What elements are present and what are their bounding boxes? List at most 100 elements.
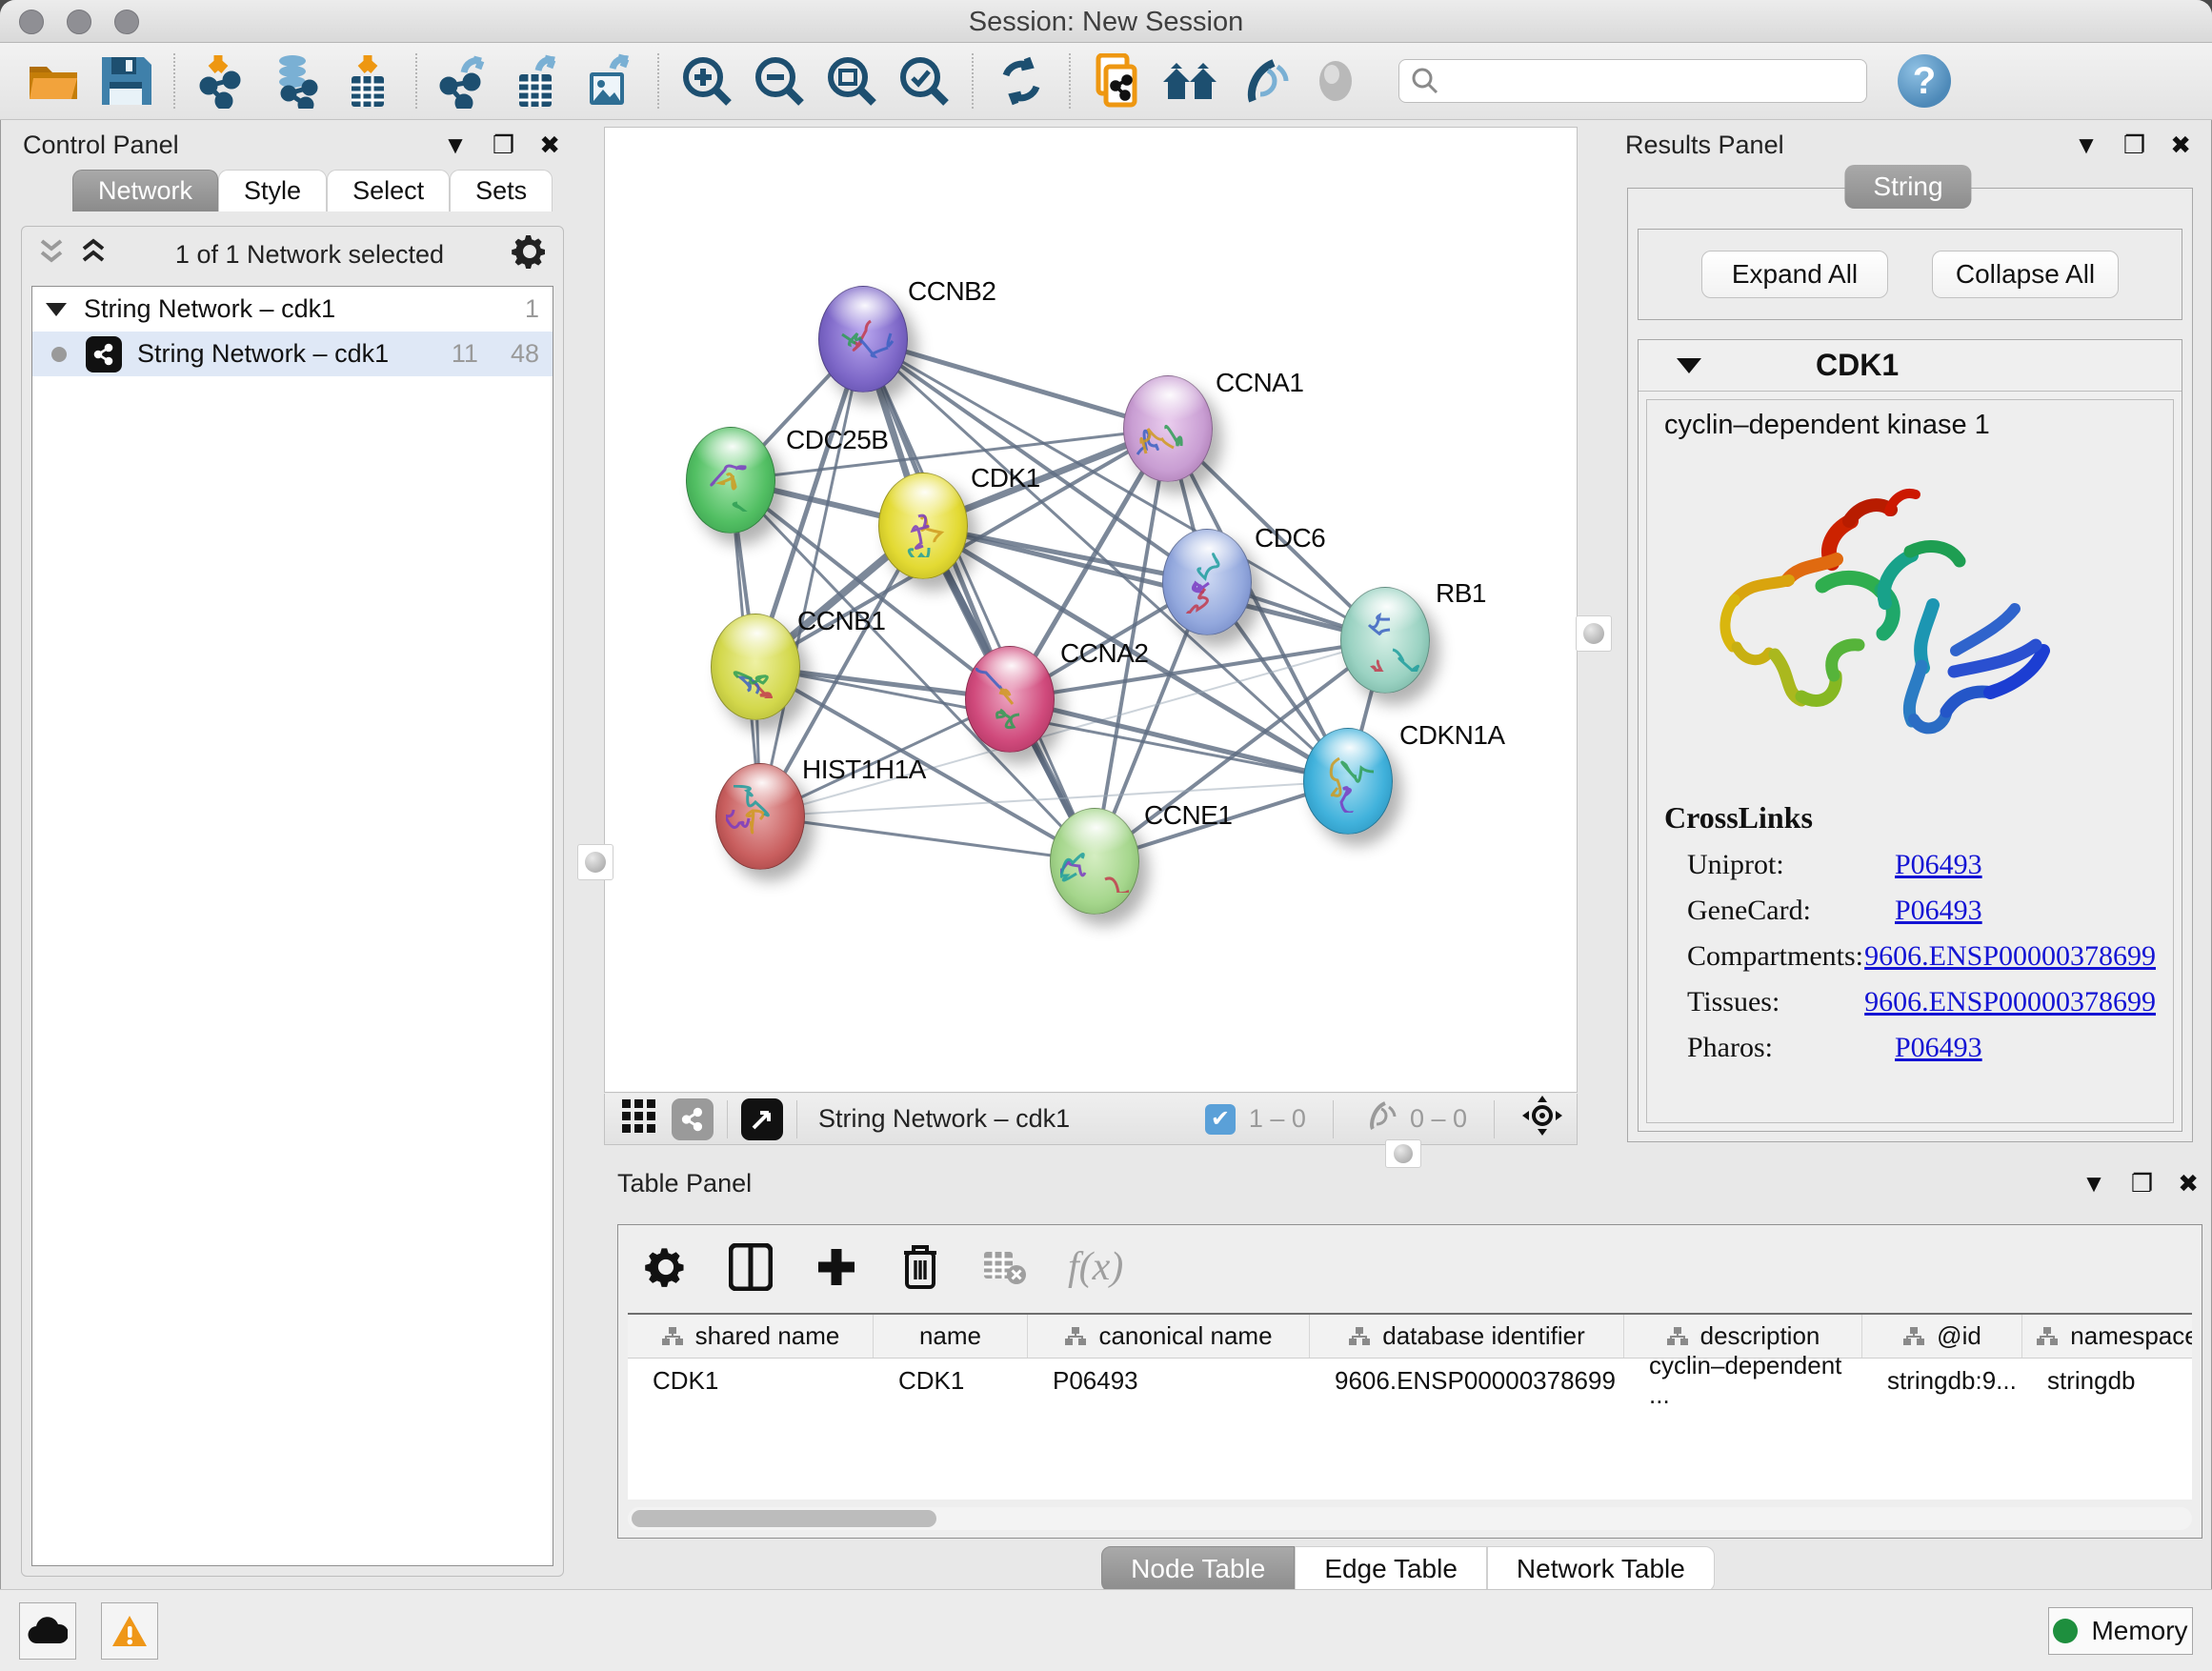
zoom-in-icon[interactable] [677,51,736,111]
collapse-all-networks-icon[interactable] [37,235,66,274]
export-network-icon[interactable] [435,51,494,111]
tab-style[interactable]: Style [218,170,327,211]
gene-section-header[interactable]: CDK1 [1639,340,2182,392]
table-panel-float-icon[interactable]: ❐ [2131,1169,2153,1198]
expand-all-networks-icon[interactable] [79,235,108,274]
toggle-column-panel-icon[interactable] [729,1243,773,1291]
import-table-from-file-icon[interactable] [338,51,397,111]
network-node-cdkn1a[interactable] [1303,728,1393,835]
zoom-selected-icon[interactable] [895,51,954,111]
crosslink-link[interactable]: P06493 [1895,895,1982,927]
network-node-ccna2[interactable] [965,646,1055,753]
table-horizontal-scrollbar[interactable] [628,1507,2192,1530]
table-panel-collapse-icon[interactable]: ▼ [2081,1169,2106,1198]
tab-edge-table[interactable]: Edge Table [1295,1546,1487,1592]
results-tab-string[interactable]: String [1844,165,1971,209]
network-row-selected[interactable]: String Network – cdk1 11 48 [32,332,553,376]
import-network-from-file-icon[interactable] [193,51,252,111]
collapse-all-button[interactable]: Collapse All [1932,251,2119,298]
tab-network[interactable]: Network [72,170,218,211]
hidden-count: 0 – 0 [1410,1104,1467,1134]
duplicate-network-icon[interactable] [1089,51,1148,111]
network-node-ccne1[interactable] [1050,808,1139,915]
expand-all-button[interactable]: Expand All [1701,251,1888,298]
tab-network-table[interactable]: Network Table [1487,1546,1715,1592]
help-icon[interactable]: ? [1898,54,1951,108]
tab-select[interactable]: Select [327,170,450,211]
table-cell[interactable]: stringdb [2022,1359,2192,1402]
column-header-namespace[interactable]: namespace [2022,1315,2192,1358]
import-network-from-database-icon[interactable] [266,51,325,111]
zoom-out-icon[interactable] [750,51,809,111]
crosslink-link[interactable]: 9606.ENSP00000378699 [1864,986,2156,1018]
network-node-ccnb2[interactable] [818,286,908,393]
save-session-icon[interactable] [96,51,155,111]
control-panel-close-icon[interactable]: ✖ [539,131,560,160]
table-cell[interactable]: stringdb:9... [1862,1359,2022,1402]
table-settings-gear-icon[interactable] [645,1246,687,1288]
refresh-icon[interactable] [992,51,1051,111]
first-neighbors-icon[interactable] [1161,51,1220,111]
network-node-cdc25b[interactable] [686,427,775,534]
network-node-ccnb1[interactable] [711,614,800,720]
search-input[interactable] [1449,67,1855,96]
zoom-fit-icon[interactable] [822,51,881,111]
column-header-shared-name[interactable]: shared name [628,1315,874,1358]
results-panel-float-icon[interactable]: ❐ [2123,131,2145,160]
network-edge[interactable] [760,816,1095,861]
crosslink-link[interactable]: P06493 [1895,1032,1982,1064]
export-image-icon[interactable] [580,51,639,111]
selected-checkbox-icon[interactable]: ✔ [1205,1104,1236,1135]
crosslink-link[interactable]: P06493 [1895,849,1982,881]
network-node-hist1h1a[interactable] [715,763,805,870]
network-overview-string-icon[interactable] [672,1098,714,1140]
table-cell[interactable]: cyclin–dependent ... [1624,1359,1862,1402]
right-splitter-handle[interactable] [1576,615,1612,652]
table-row[interactable]: CDK1CDK1P064939606.ENSP00000378699cyclin… [628,1359,2192,1402]
scrollbar-thumb[interactable] [632,1510,936,1527]
results-panel-close-icon[interactable]: ✖ [2170,131,2191,160]
export-table-icon[interactable] [508,51,567,111]
network-options-gear-icon[interactable] [512,233,548,276]
column-header-name[interactable]: name [874,1315,1028,1358]
control-panel-collapse-icon[interactable]: ▼ [443,131,468,160]
hidden-eye-slash-icon[interactable] [1360,1099,1397,1138]
memory-button[interactable]: Memory [2048,1607,2193,1655]
network-node-cdc6[interactable] [1162,529,1252,635]
network-edge[interactable] [760,339,863,816]
pan-crosshair-icon[interactable] [1521,1095,1563,1143]
network-canvas[interactable]: CCNB2CCNA1CDC25BCDK1CDC6RB1CCNB1CCNA2CDK… [604,127,1578,1093]
results-panel-collapse-icon[interactable]: ▼ [2074,131,2099,160]
table-cell[interactable]: P06493 [1028,1359,1310,1402]
collection-expand-icon[interactable] [46,303,67,316]
left-splitter-handle[interactable] [577,844,613,880]
network-node-ccna1[interactable] [1123,375,1213,482]
column-header-canonical-name[interactable]: canonical name [1028,1315,1310,1358]
add-column-icon[interactable] [814,1245,858,1289]
tab-node-table[interactable]: Node Table [1101,1546,1295,1592]
network-edge[interactable] [863,339,1168,429]
protein-ribbon-thumbnail [726,785,794,848]
network-node-rb1[interactable] [1340,587,1430,694]
crosslink-link[interactable]: 9606.ENSP00000378699 [1864,940,2156,973]
node-table[interactable]: shared namenamecanonical namedatabase id… [628,1313,2192,1500]
table-cell[interactable]: CDK1 [874,1359,1028,1402]
table-cell[interactable]: CDK1 [628,1359,874,1402]
column-header--id[interactable]: @id [1862,1315,2022,1358]
warnings-icon[interactable] [101,1602,158,1660]
column-header-database-identifier[interactable]: database identifier [1310,1315,1624,1358]
hide-graphics-details-icon[interactable] [1234,51,1293,111]
birdseye-view-icon[interactable] [741,1098,783,1140]
gene-collapse-icon[interactable] [1677,358,1701,373]
network-collection-row[interactable]: String Network – cdk1 1 [32,287,553,332]
table-cell[interactable]: 9606.ENSP00000378699 [1310,1359,1624,1402]
search-box[interactable] [1398,59,1867,103]
cloud-status-icon[interactable] [19,1602,76,1660]
delete-column-icon[interactable] [900,1243,940,1291]
open-session-icon[interactable] [24,51,83,111]
table-panel-close-icon[interactable]: ✖ [2178,1169,2199,1198]
control-panel-float-icon[interactable]: ❐ [493,131,514,160]
grid-view-icon[interactable] [620,1097,658,1140]
tab-sets[interactable]: Sets [450,170,553,211]
network-node-cdk1[interactable] [878,473,968,579]
